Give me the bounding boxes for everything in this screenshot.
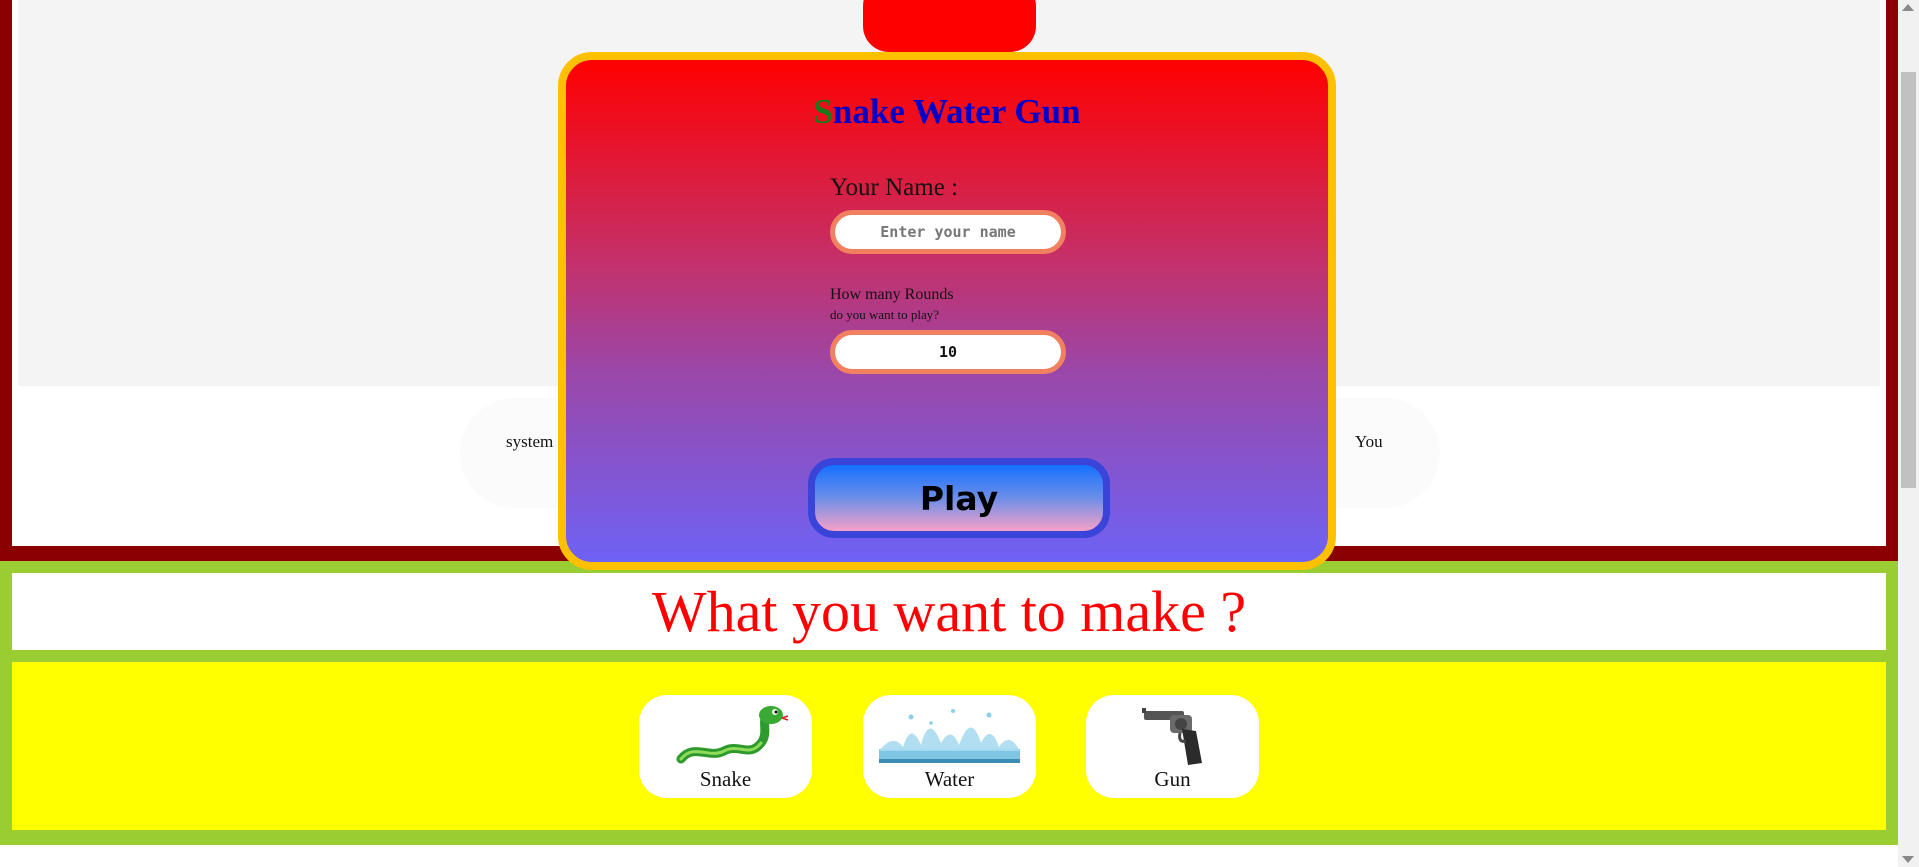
question-banner: What you want to make ?: [12, 573, 1886, 650]
scroll-down-arrow-icon[interactable]: [1902, 856, 1914, 863]
vertical-scrollbar[interactable]: [1898, 0, 1919, 867]
rounds-label: How many Rounds: [830, 286, 954, 303]
snake-label: Snake: [699, 767, 752, 791]
modal-title: Snake Water Gun: [566, 92, 1328, 132]
rounds-input[interactable]: [830, 330, 1066, 374]
revolver-icon: [1086, 703, 1259, 765]
question-text: What you want to make ?: [651, 579, 1247, 644]
modal-title-rest: nake Water Gun: [832, 92, 1081, 131]
start-game-modal: Snake Water Gun Your Name : How many Rou…: [558, 52, 1336, 570]
water-splash-icon: [863, 703, 1036, 765]
scroll-up-arrow-icon[interactable]: [1902, 4, 1914, 11]
gun-choice-button[interactable]: Gun: [1086, 695, 1259, 798]
name-label: Your Name :: [830, 174, 959, 201]
gun-label: Gun: [1154, 767, 1191, 791]
scrollbar-thumb[interactable]: [1901, 72, 1916, 488]
snake-icon: [639, 703, 812, 765]
name-input[interactable]: [830, 210, 1066, 254]
water-label: Water: [924, 767, 975, 791]
you-label: You: [1355, 432, 1383, 451]
modal-title-first-letter: S: [813, 92, 833, 131]
top-tab: [863, 0, 1036, 52]
rounds-sublabel: do you want to play?: [830, 307, 940, 322]
water-choice-button[interactable]: Water: [863, 695, 1036, 798]
system-label: system: [506, 432, 554, 451]
play-button[interactable]: Play: [808, 458, 1110, 538]
snake-choice-button[interactable]: Snake: [639, 695, 812, 798]
